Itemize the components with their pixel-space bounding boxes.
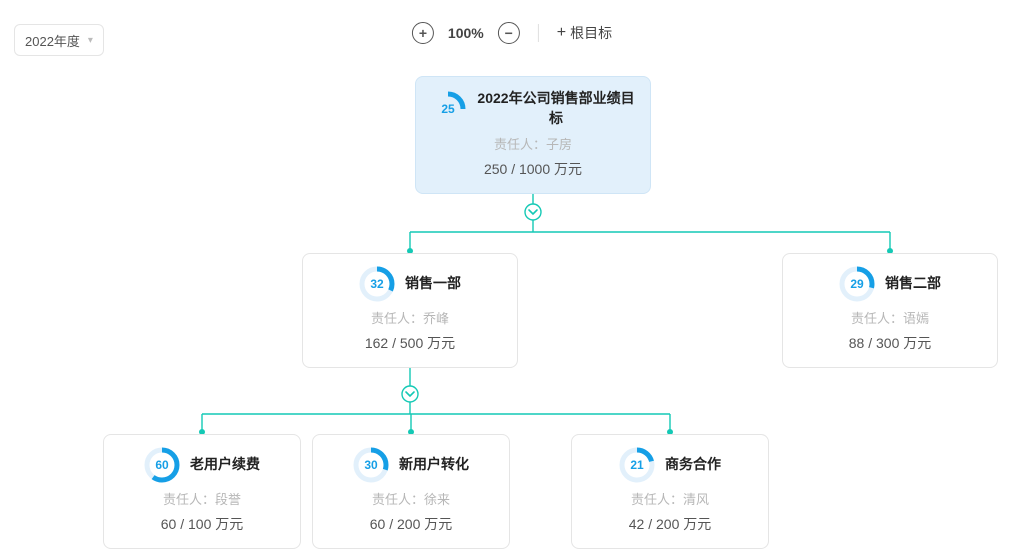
goal-metric: 88 / 300 万元: [849, 333, 932, 353]
goal-title: 销售一部: [405, 274, 461, 294]
goal-node-biz[interactable]: 21 商务合作 责任人：清风 42 / 200 万元: [571, 434, 769, 549]
progress-donut: 30: [353, 447, 389, 483]
progress-value: 29: [850, 277, 863, 291]
goal-metric: 60 / 200 万元: [370, 514, 453, 534]
goal-owner: 责任人：乔峰: [371, 308, 449, 327]
progress-value: 32: [370, 277, 383, 291]
goal-owner: 责任人：徐来: [372, 489, 450, 508]
goal-node-root[interactable]: 25 2022年公司销售部业绩目标 责任人：子房 250 / 1000 万元: [415, 76, 651, 194]
progress-donut: 21: [619, 447, 655, 483]
progress-donut: 60: [144, 447, 180, 483]
goal-owner: 责任人：子房: [494, 134, 572, 153]
goal-metric: 60 / 100 万元: [161, 514, 244, 534]
goal-owner: 责任人：语嫣: [851, 308, 929, 327]
progress-value: 30: [364, 458, 377, 472]
progress-donut: 29: [839, 266, 875, 302]
progress-value: 60: [155, 458, 168, 472]
goal-owner: 责任人：清风: [631, 489, 709, 508]
okr-tree-canvas[interactable]: 25 2022年公司销售部业绩目标 责任人：子房 250 / 1000 万元 3…: [0, 0, 1024, 544]
goal-metric: 42 / 200 万元: [629, 514, 712, 534]
progress-donut: 32: [359, 266, 395, 302]
goal-node-renewal[interactable]: 60 老用户续费 责任人：段誉 60 / 100 万元: [103, 434, 301, 549]
goal-owner: 责任人：段誉: [163, 489, 241, 508]
goal-metric: 250 / 1000 万元: [484, 159, 582, 179]
goal-metric: 162 / 500 万元: [365, 333, 455, 353]
goal-node-sales-1[interactable]: 32 销售一部 责任人：乔峰 162 / 500 万元: [302, 253, 518, 368]
progress-donut: 25: [430, 91, 466, 127]
progress-value: 25: [441, 102, 454, 116]
goal-title: 销售二部: [885, 274, 941, 294]
goal-title: 新用户转化: [399, 455, 469, 475]
progress-value: 21: [630, 458, 643, 472]
goal-node-newuser[interactable]: 30 新用户转化 责任人：徐来 60 / 200 万元: [312, 434, 510, 549]
goal-node-sales-2[interactable]: 29 销售二部 责任人：语嫣 88 / 300 万元: [782, 253, 998, 368]
goal-title: 2022年公司销售部业绩目标: [476, 89, 636, 128]
goal-title: 老用户续费: [190, 455, 260, 475]
goal-title: 商务合作: [665, 455, 721, 475]
